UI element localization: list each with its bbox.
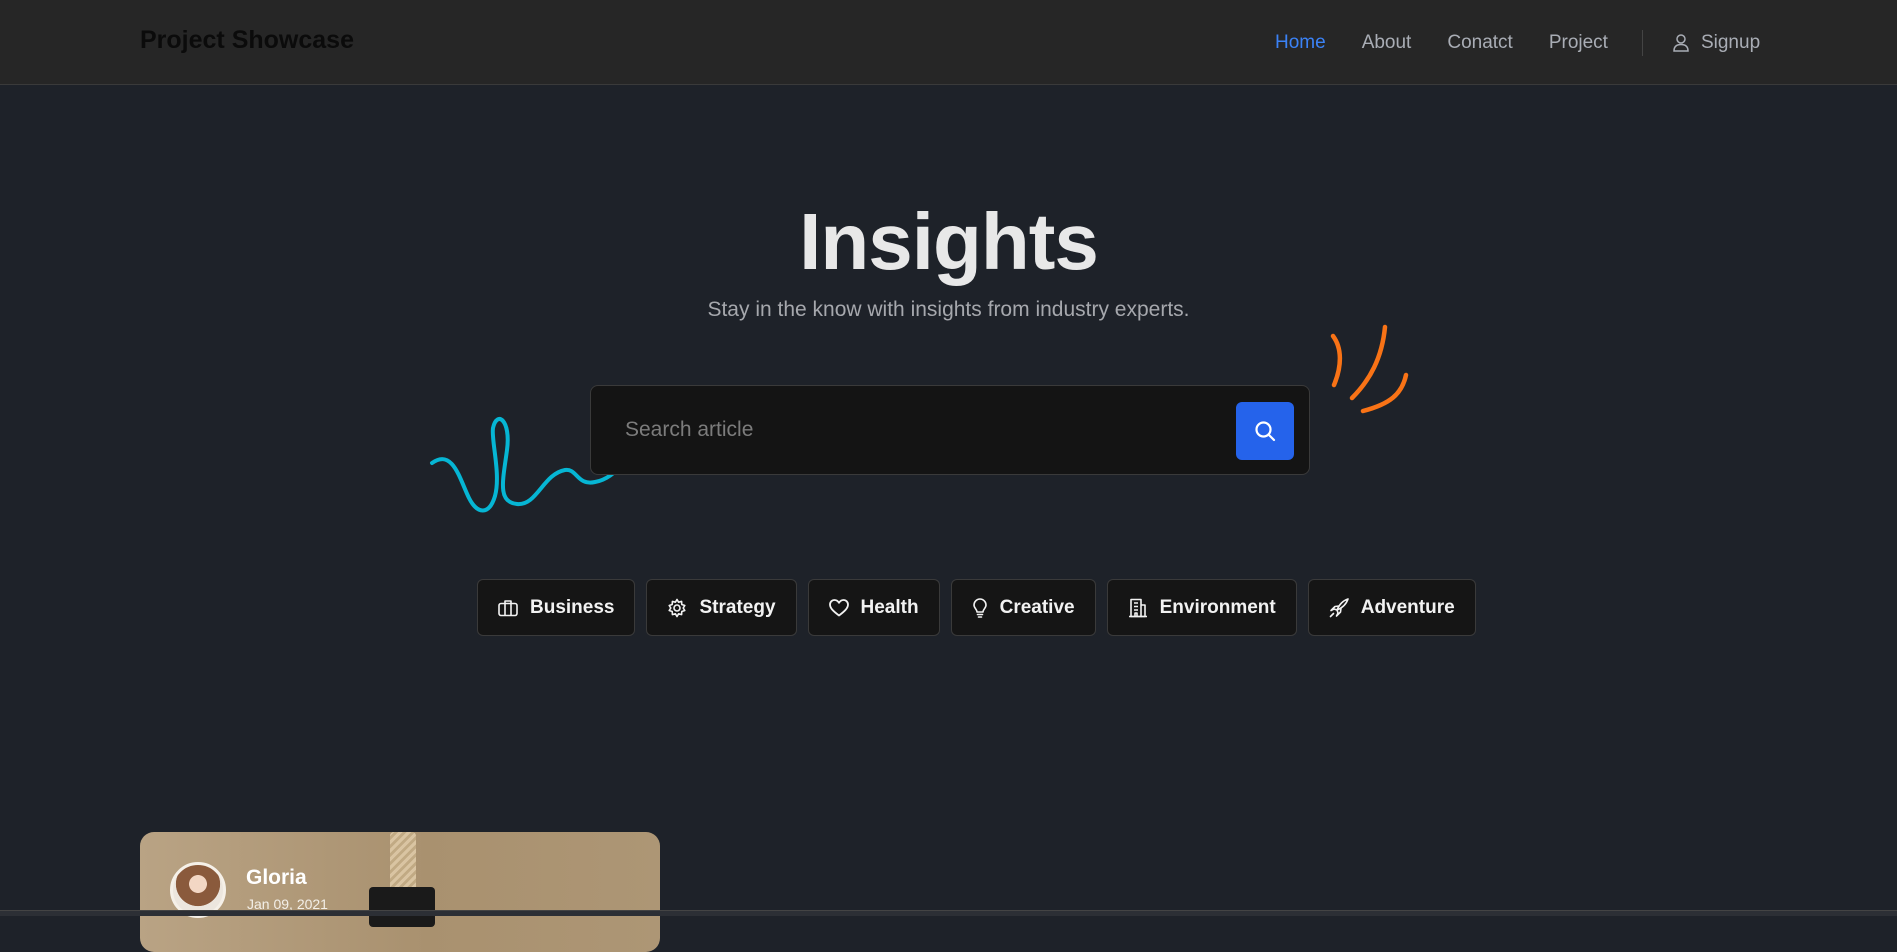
nav-divider	[1641, 30, 1643, 56]
category-label: Creative	[999, 596, 1075, 618]
search-input[interactable]	[625, 410, 1205, 450]
brand-logo[interactable]: Project Showcase	[140, 26, 354, 55]
page-subtitle: Stay in the know with insights from indu…	[707, 298, 1190, 321]
article-card[interactable]: Gloria Jan 09, 2021	[140, 832, 660, 952]
building-icon	[1128, 598, 1147, 617]
nav-link-contact[interactable]: Conatct	[1447, 32, 1512, 54]
bottle-image	[390, 832, 416, 890]
rocket-icon	[1329, 597, 1349, 617]
bottom-edge-bar	[0, 910, 1897, 916]
category-label: Adventure	[1360, 596, 1455, 618]
navbar: Project Showcase Home About Conatct Proj…	[0, 0, 1897, 85]
author-name: Gloria	[246, 866, 307, 889]
heart-icon	[828, 598, 849, 616]
category-environment[interactable]: Environment	[1106, 579, 1297, 636]
page-title: Insights	[799, 197, 1099, 286]
category-label: Strategy	[699, 596, 776, 618]
signup-label: Signup	[1700, 32, 1761, 53]
category-label: Health	[860, 596, 919, 618]
search-icon	[1255, 421, 1276, 442]
orange-burst-decoration	[1330, 324, 1409, 414]
bottle-neck-image	[369, 887, 435, 927]
category-label: Environment	[1159, 596, 1276, 618]
briefcase-icon	[498, 599, 518, 616]
category-label: Business	[530, 596, 615, 618]
user-icon	[1673, 34, 1689, 52]
nav-link-home[interactable]: Home	[1275, 32, 1326, 54]
category-strategy[interactable]: Strategy	[646, 579, 797, 636]
category-adventure[interactable]: Adventure	[1307, 579, 1476, 636]
nav-links: Home About Conatct Project Signup	[1275, 30, 1760, 56]
nav-link-project[interactable]: Project	[1549, 32, 1608, 54]
category-list: Business Strategy Health Creative Enviro…	[477, 579, 1476, 636]
category-creative[interactable]: Creative	[950, 579, 1096, 636]
search-button[interactable]	[1236, 402, 1294, 460]
search-box	[590, 385, 1310, 475]
category-business[interactable]: Business	[477, 579, 636, 636]
lightbulb-icon	[972, 597, 987, 618]
signup-button[interactable]: Signup	[1673, 32, 1760, 54]
category-health[interactable]: Health	[807, 579, 940, 636]
nav-link-about[interactable]: About	[1362, 32, 1412, 54]
gear-icon	[668, 598, 687, 617]
